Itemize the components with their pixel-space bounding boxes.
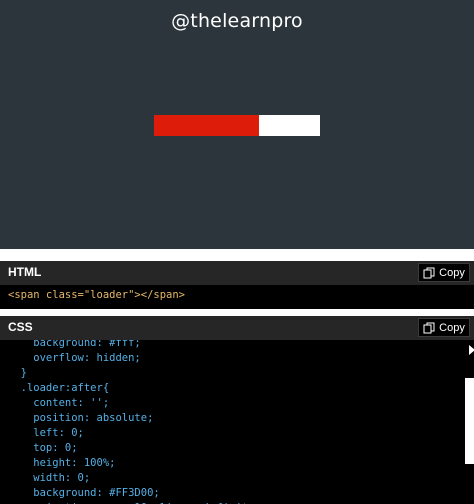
css-code-line: content: ''; (8, 397, 110, 409)
html-copy-label: Copy (439, 266, 465, 279)
html-panel-header: HTML Copy (0, 261, 474, 285)
css-panel-header: CSS Copy (0, 316, 474, 340)
css-code-block[interactable]: background: #fff; overflow: hidden; } .l… (0, 340, 474, 504)
author-handle: @thelearnpro (171, 10, 303, 32)
css-code-line: top: 0; (8, 442, 78, 454)
html-code-block: <span class="loader"></span> (0, 285, 474, 309)
progress-loader-fill (154, 115, 259, 136)
loader-preview: @thelearnpro (0, 0, 474, 249)
css-copy-label: Copy (439, 321, 465, 334)
css-panel-title: CSS (8, 320, 33, 334)
code-scrollbar[interactable] (465, 378, 474, 464)
css-code-line: } (8, 367, 27, 379)
css-code-line: overflow: hidden; (8, 352, 141, 364)
css-copy-button[interactable]: Copy (418, 318, 470, 337)
css-code-line: background: #fff; (8, 340, 141, 349)
divider (0, 249, 474, 261)
html-code-line: <span class="loader"></span> (8, 289, 186, 301)
css-code-line: left: 0; (8, 427, 84, 439)
copy-icon (423, 267, 435, 278)
css-code-line: height: 100%; (8, 457, 116, 469)
html-copy-button[interactable]: Copy (418, 263, 470, 282)
mouse-cursor-icon (469, 345, 474, 355)
css-code-line: width: 0; (8, 472, 91, 484)
html-panel-title: HTML (8, 265, 42, 279)
css-code-line: background: #FF3D00; (8, 487, 160, 499)
progress-loader (154, 115, 320, 136)
css-code-line: position: absolute; (8, 412, 154, 424)
divider (0, 309, 474, 316)
css-code-line: .loader:after{ (8, 382, 110, 394)
copy-icon (423, 322, 435, 333)
